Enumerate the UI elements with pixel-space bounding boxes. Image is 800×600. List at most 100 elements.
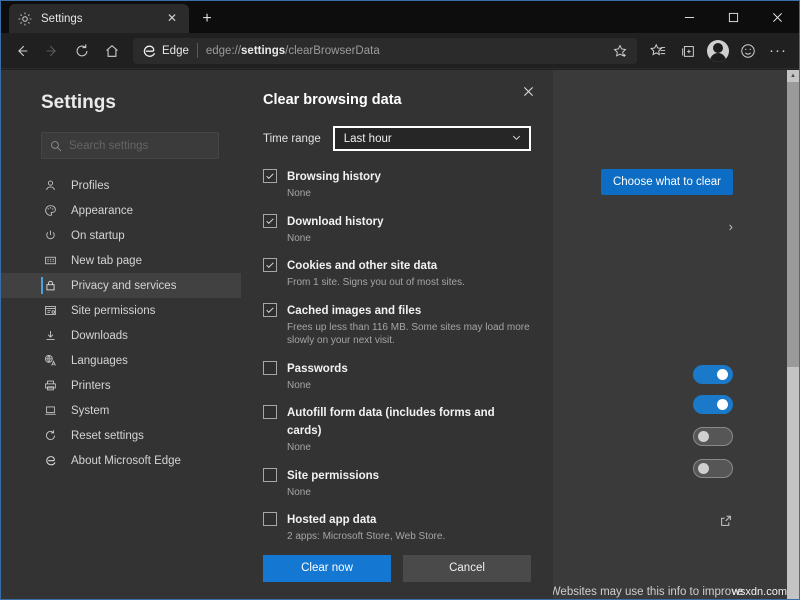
minimize-button[interactable] [667, 1, 711, 33]
external-link-icon[interactable] [719, 514, 733, 533]
toggle-switch-3[interactable] [693, 459, 733, 478]
maximize-button[interactable] [711, 1, 755, 33]
reset-icon [41, 429, 59, 442]
toggle-switch-1[interactable] [693, 395, 733, 414]
page-scrollbar[interactable]: ▲ [787, 70, 799, 599]
edge-brand: Edge [141, 43, 189, 59]
sidebar-item-label: New tab page [71, 255, 142, 267]
back-icon[interactable] [7, 37, 37, 65]
power-icon [41, 229, 59, 242]
more-options-icon[interactable]: ··· [763, 37, 793, 65]
option-label: Site permissions [287, 470, 379, 482]
checkbox[interactable] [263, 214, 277, 228]
chevron-down-icon [511, 132, 522, 145]
feedback-smiley-icon[interactable] [733, 37, 763, 65]
sidebar-item-profiles[interactable]: Profiles [1, 173, 241, 198]
option-hosted-app-data[interactable]: Hosted app data 2 apps: Microsoft Store,… [263, 510, 531, 544]
title-bar: Settings ✕ + [1, 1, 799, 33]
sidebar-item-new-tab-page[interactable]: New tab page [1, 248, 241, 273]
edge-icon [141, 43, 157, 59]
dialog-close-icon[interactable] [517, 80, 539, 102]
time-range-select[interactable]: Last hour [333, 126, 531, 151]
clear-now-button[interactable]: Clear now [263, 555, 391, 582]
time-range-value: Last hour [344, 133, 392, 145]
sidebar-item-label: On startup [71, 230, 125, 242]
sidebar-item-label: Languages [71, 355, 128, 367]
cancel-button[interactable]: Cancel [403, 555, 531, 582]
favorite-star-icon[interactable] [609, 40, 631, 62]
option-sublabel: 2 apps: Microsoft Store, Web Store. [287, 530, 445, 544]
option-sublabel: From 1 site. Signs you out of most sites… [287, 276, 465, 290]
checkbox[interactable] [263, 361, 277, 375]
avatar[interactable] [703, 37, 733, 65]
option-site-permissions[interactable]: Site permissions None [263, 466, 531, 500]
checkbox[interactable] [263, 169, 277, 183]
collections-icon[interactable] [673, 37, 703, 65]
close-icon[interactable]: ✕ [163, 10, 181, 28]
clear-browsing-data-dialog: Clear browsing data Time range Last hour [241, 70, 553, 599]
address-bar[interactable]: Edge edge://settings/clearBrowserData [133, 38, 637, 64]
option-autofill-form-data[interactable]: Autofill form data (includes forms and c… [263, 403, 531, 455]
option-label: Cookies and other site data [287, 260, 437, 272]
option-browsing-history[interactable]: Browsing history None [263, 167, 531, 201]
sidebar-item-system[interactable]: System [1, 398, 241, 423]
dialog-actions: Clear now Cancel [263, 555, 531, 600]
option-sublabel: None [287, 232, 383, 246]
page-content: y data from this profile will be deleted… [1, 70, 799, 599]
edge-icon [41, 454, 59, 467]
tab-title: Settings [41, 13, 163, 25]
new-tab-button[interactable]: + [193, 5, 221, 33]
sidebar-item-label: Downloads [71, 330, 128, 342]
divider [197, 43, 198, 58]
sidebar-item-about-microsoft-edge[interactable]: About Microsoft Edge [1, 448, 241, 473]
sidebar-item-downloads[interactable]: Downloads [1, 323, 241, 348]
time-range-label: Time range [263, 133, 321, 145]
window-controls [667, 1, 799, 33]
forward-icon[interactable] [37, 37, 67, 65]
checkbox[interactable] [263, 512, 277, 526]
url-prefix: edge:// [206, 45, 241, 57]
window-close-button[interactable] [755, 1, 799, 33]
toggle-switch-2[interactable] [693, 427, 733, 446]
sidebar-item-site-permissions[interactable]: Site permissions [1, 298, 241, 323]
choose-what-to-clear-button[interactable]: Choose what to clear [601, 169, 733, 195]
browser-tab-settings[interactable]: Settings ✕ [9, 4, 189, 33]
option-cookies-and-other-site-data[interactable]: Cookies and other site data From 1 site.… [263, 256, 531, 290]
checkbox[interactable] [263, 258, 277, 272]
sidebar-item-label: Privacy and services [71, 280, 176, 292]
toggle-switch-0[interactable] [693, 365, 733, 384]
option-label: Autofill form data (includes forms and c… [287, 407, 495, 437]
sidebar-item-label: Appearance [71, 205, 133, 217]
search-settings-input[interactable]: Search settings [41, 132, 219, 159]
checkbox[interactable] [263, 468, 277, 482]
option-passwords[interactable]: Passwords None [263, 359, 531, 393]
sidebar-item-reset-settings[interactable]: Reset settings [1, 423, 241, 448]
option-sublabel: None [287, 187, 381, 201]
option-sublabel: Frees up less than 116 MB. Some sites ma… [287, 321, 531, 348]
sidebar-item-label: Site permissions [71, 305, 155, 317]
refresh-icon[interactable] [67, 37, 97, 65]
tab-strip: Settings ✕ + [1, 1, 221, 33]
option-cached-images-and-files[interactable]: Cached images and files Frees up less th… [263, 301, 531, 348]
sidebar-item-appearance[interactable]: Appearance [1, 198, 241, 223]
home-icon[interactable] [97, 37, 127, 65]
person-icon [41, 179, 59, 192]
palette-icon [41, 204, 59, 217]
sidebar-item-on-startup[interactable]: On startup [1, 223, 241, 248]
sidebar-item-privacy-and-services[interactable]: Privacy and services [1, 273, 241, 298]
sidebar-item-printers[interactable]: Printers [1, 373, 241, 398]
time-range-row: Time range Last hour [263, 126, 531, 151]
option-sublabel: None [287, 379, 348, 393]
lock-icon [41, 279, 59, 292]
sidebar-item-languages[interactable]: Languages [1, 348, 241, 373]
scrollbar-thumb[interactable] [787, 82, 799, 367]
scroll-up-arrow-icon[interactable]: ▲ [787, 70, 799, 82]
favorites-icon[interactable] [643, 37, 673, 65]
checkbox[interactable] [263, 303, 277, 317]
url-host: settings [241, 45, 285, 57]
sidebar-item-label: Printers [71, 380, 111, 392]
option-label: Download history [287, 216, 383, 228]
checkbox[interactable] [263, 405, 277, 419]
url-text: edge://settings/clearBrowserData [206, 45, 609, 57]
option-download-history[interactable]: Download history None [263, 212, 531, 246]
